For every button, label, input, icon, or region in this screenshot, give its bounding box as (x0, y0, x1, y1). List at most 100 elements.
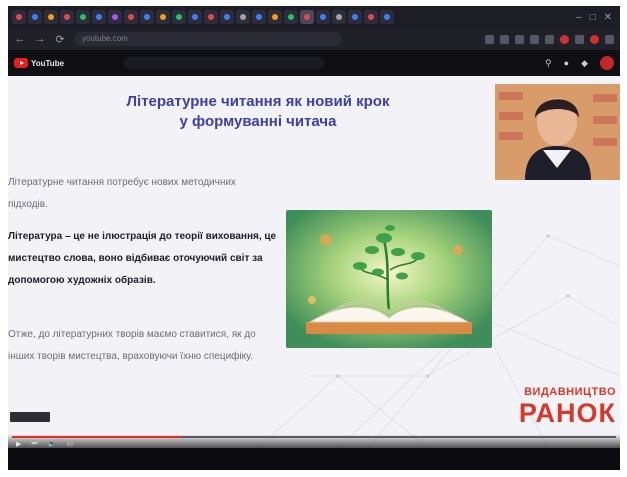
tab-favicon-icon (352, 14, 358, 20)
tab-favicon-icon (16, 14, 22, 20)
maximize-icon[interactable]: □ (590, 12, 596, 23)
browser-tab[interactable] (220, 10, 234, 24)
browser-tab[interactable] (236, 10, 250, 24)
tab-favicon-icon (48, 14, 54, 20)
screen-frame: – □ ✕ ← → ⟳ youtube.com YouTube ⚲ ● ◆ Лі… (8, 6, 620, 470)
browser-tab[interactable] (348, 10, 362, 24)
youtube-play-icon (14, 58, 28, 68)
tab-favicon-icon (112, 14, 118, 20)
browser-tab[interactable] (60, 10, 74, 24)
slide-title: Літературне читання як новий крок у форм… (108, 92, 408, 132)
browser-tab[interactable] (76, 10, 90, 24)
browser-tab[interactable] (44, 10, 58, 24)
tab-favicon-icon (240, 14, 246, 20)
extension-icon[interactable] (530, 34, 539, 44)
tab-favicon-icon (288, 14, 294, 20)
video-player[interactable]: Літературне читання як новий крок у форм… (8, 76, 620, 448)
browser-tab[interactable] (268, 10, 282, 24)
tab-favicon-icon (64, 14, 70, 20)
tab-favicon-icon (256, 14, 262, 20)
player-controls: ▶ ⏭ 🔈 ▭ (8, 434, 620, 448)
browser-tab[interactable] (252, 10, 266, 24)
back-icon[interactable]: ← (14, 33, 26, 45)
extension-icon[interactable] (575, 34, 584, 44)
microphone-icon[interactable]: ● (564, 58, 569, 68)
extension-icon[interactable] (500, 34, 509, 44)
volume-icon[interactable]: 🔈 (48, 440, 57, 448)
search-input[interactable] (124, 57, 325, 69)
extension-icon[interactable] (485, 34, 494, 44)
tab-favicon-icon (272, 14, 278, 20)
notifications-icon[interactable]: ◆ (581, 58, 588, 69)
presenter-video (495, 84, 620, 180)
extension-icon[interactable] (515, 34, 524, 44)
browser-tab[interactable] (204, 10, 218, 24)
tab-favicon-icon (224, 14, 230, 20)
reload-icon[interactable]: ⟳ (54, 33, 66, 46)
captions-icon[interactable]: ▭ (66, 440, 73, 448)
browser-tab[interactable] (300, 10, 314, 24)
video-info-strip (8, 448, 620, 470)
open-book-illustration (286, 210, 492, 348)
youtube-header: YouTube ⚲ ● ◆ (8, 50, 620, 76)
extension-icons (485, 34, 614, 44)
slide-paragraph-1: Літературне читання потребує нових метод… (8, 177, 236, 210)
browser-tab[interactable] (12, 10, 26, 24)
window-controls: – □ ✕ (576, 12, 620, 23)
browser-tab[interactable] (364, 10, 378, 24)
browser-tab[interactable] (28, 10, 42, 24)
publisher-line2: РАНОК (518, 398, 616, 428)
browser-tab[interactable] (172, 10, 186, 24)
url-field[interactable]: youtube.com (74, 32, 342, 46)
browser-tab-strip: – □ ✕ (8, 6, 620, 28)
tab-favicon-icon (32, 14, 38, 20)
slide-title-line1: Літературне читання як новий крок (126, 93, 390, 110)
youtube-logo[interactable]: YouTube (14, 58, 64, 68)
browser-tab[interactable] (316, 10, 330, 24)
tab-favicon-icon (208, 14, 214, 20)
tab-favicon-icon (320, 14, 326, 20)
extension-icon[interactable] (560, 34, 569, 44)
youtube-header-icons: ⚲ ● ◆ (545, 56, 614, 70)
browser-tab[interactable] (140, 10, 154, 24)
browser-tab[interactable] (92, 10, 106, 24)
tab-favicon-icon (384, 14, 390, 20)
browser-tab[interactable] (108, 10, 122, 24)
tab-favicon-icon (144, 14, 150, 20)
extension-icon[interactable] (545, 34, 554, 44)
browser-tab[interactable] (156, 10, 170, 24)
tab-favicon-icon (160, 14, 166, 20)
forward-icon[interactable]: → (34, 33, 46, 45)
play-icon[interactable]: ▶ (16, 440, 21, 448)
tab-favicon-icon (192, 14, 198, 20)
next-icon[interactable]: ⏭ (31, 440, 37, 448)
progress-fill (12, 436, 182, 438)
tab-favicon-icon (368, 14, 374, 20)
slide-title-line2: у формуванні читача (179, 113, 337, 130)
close-icon[interactable]: ✕ (604, 12, 612, 23)
tab-favicon-icon (96, 14, 102, 20)
browser-tab[interactable] (332, 10, 346, 24)
progress-bar[interactable] (12, 436, 616, 438)
youtube-logo-text: YouTube (31, 58, 65, 68)
tab-favicon-icon (304, 14, 310, 20)
tab-favicon-icon (336, 14, 342, 20)
search-icon[interactable]: ⚲ (545, 58, 552, 69)
player-tooltip (10, 412, 50, 422)
slide-paragraph-3: Отже, до літературних творів маємо стави… (8, 329, 256, 362)
browser-tab[interactable] (284, 10, 298, 24)
tab-favicon-icon (176, 14, 182, 20)
tab-favicon-icon (128, 14, 134, 20)
slide-paragraph-2: Література – це не ілюстрація до теорії … (8, 231, 277, 286)
avatar[interactable] (600, 56, 614, 70)
minimize-icon[interactable]: – (576, 12, 582, 23)
publisher-logo: ВИДАВНИЦТВО РАНОК (504, 386, 616, 427)
tab-favicon-icon (80, 14, 86, 20)
browser-tab[interactable] (124, 10, 138, 24)
browser-address-bar: ← → ⟳ youtube.com (8, 28, 620, 50)
menu-icon[interactable] (605, 34, 614, 44)
browser-tab[interactable] (188, 10, 202, 24)
profile-icon[interactable] (590, 34, 599, 44)
webcam-overlay (495, 84, 620, 180)
browser-tab[interactable] (380, 10, 394, 24)
